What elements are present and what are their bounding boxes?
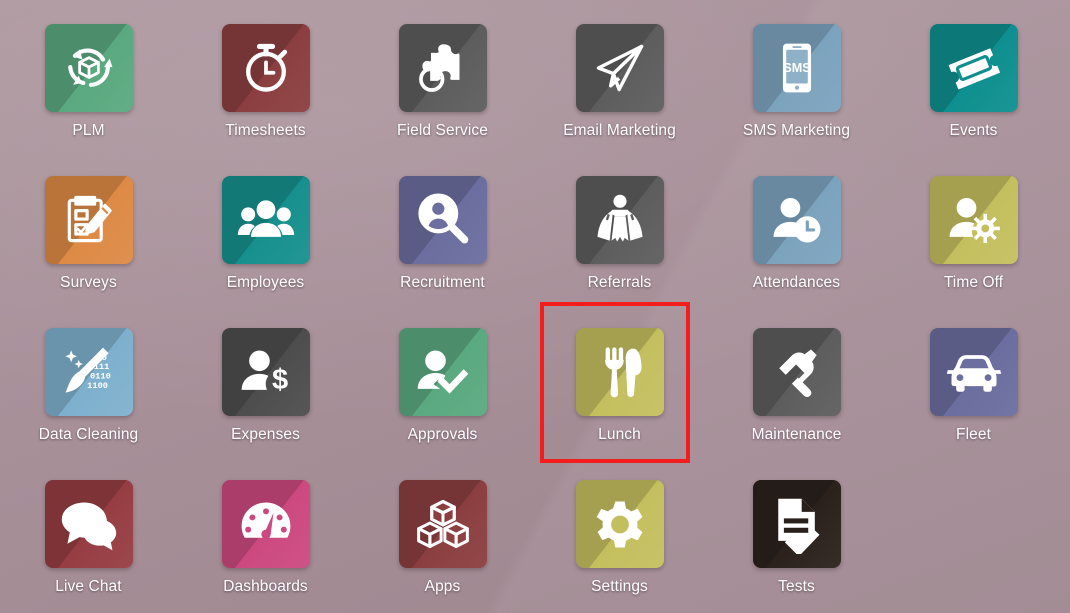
app-tile-tests[interactable] bbox=[752, 480, 841, 568]
gear-icon bbox=[590, 494, 650, 554]
app-label: Referrals bbox=[587, 274, 652, 291]
superhero-cape-icon bbox=[590, 190, 650, 250]
app-cell-data-cleaning[interactable]: 00 111 0110 1100 Data Cleaning bbox=[0, 304, 177, 456]
app-cell-settings[interactable]: Settings bbox=[531, 456, 708, 608]
app-cell-approvals[interactable]: Approvals bbox=[354, 304, 531, 456]
app-cell-plm[interactable]: PLM bbox=[0, 0, 177, 152]
app-label: SMS Marketing bbox=[742, 122, 851, 139]
app-label: Dashboards bbox=[223, 578, 308, 595]
app-cell-surveys[interactable]: Surveys bbox=[0, 152, 177, 304]
app-cell-tests[interactable]: Tests bbox=[708, 456, 885, 608]
app-tile-approvals[interactable] bbox=[398, 328, 487, 416]
app-tile-data-cleaning[interactable]: 00 111 0110 1100 bbox=[44, 328, 133, 416]
app-cell-employees[interactable]: Employees bbox=[177, 152, 354, 304]
person-check-icon bbox=[413, 342, 473, 402]
app-cell-dashboards[interactable]: Dashboards bbox=[177, 456, 354, 608]
app-label: Lunch bbox=[598, 426, 641, 443]
app-label: Time Off bbox=[943, 274, 1004, 291]
cubes-icon bbox=[413, 494, 473, 554]
app-label: Approvals bbox=[407, 426, 478, 443]
app-label: Events bbox=[949, 122, 998, 139]
car-icon bbox=[944, 342, 1004, 402]
app-cell-expenses[interactable]: $ Expenses bbox=[177, 304, 354, 456]
app-label: Live Chat bbox=[55, 578, 122, 595]
svg-text:SMS: SMS bbox=[783, 61, 810, 75]
app-tile-plm[interactable] bbox=[44, 24, 133, 112]
paper-plane-icon bbox=[590, 38, 650, 98]
people-group-icon bbox=[236, 190, 296, 250]
clipboard-pencil-icon bbox=[59, 190, 119, 250]
svg-text:$: $ bbox=[271, 364, 287, 396]
app-tile-field-service[interactable] bbox=[398, 24, 487, 112]
app-tile-sms-marketing[interactable]: SMS bbox=[752, 24, 841, 112]
person-clock-icon bbox=[767, 190, 827, 250]
app-label: Tests bbox=[778, 578, 815, 595]
document-check-icon bbox=[767, 494, 827, 554]
app-tile-surveys[interactable] bbox=[44, 176, 133, 264]
app-tile-attendances[interactable] bbox=[752, 176, 841, 264]
person-sun-icon bbox=[944, 190, 1004, 250]
app-label: Employees bbox=[226, 274, 305, 291]
app-tile-settings[interactable] bbox=[575, 480, 664, 568]
app-cell-email-marketing[interactable]: Email Marketing bbox=[531, 0, 708, 152]
app-label: Recruitment bbox=[400, 274, 485, 291]
app-tile-referrals[interactable] bbox=[575, 176, 664, 264]
app-cell-referrals[interactable]: Referrals bbox=[531, 152, 708, 304]
app-tile-timesheets[interactable] bbox=[221, 24, 310, 112]
app-cell-apps[interactable]: Apps bbox=[354, 456, 531, 608]
app-label: Surveys bbox=[60, 274, 117, 291]
app-tile-dashboards[interactable] bbox=[221, 480, 310, 568]
person-dollar-icon: $ bbox=[236, 342, 296, 402]
app-label: Field Service bbox=[397, 122, 488, 139]
app-tile-lunch[interactable] bbox=[575, 328, 664, 416]
app-label: Timesheets bbox=[225, 122, 306, 139]
app-cell-recruitment[interactable]: Recruitment bbox=[354, 152, 531, 304]
app-label: Data Cleaning bbox=[38, 426, 139, 443]
app-grid: PLM Timesheets Field Service Email Marke… bbox=[0, 0, 1070, 613]
app-cell-attendances[interactable]: Attendances bbox=[708, 152, 885, 304]
puzzle-clock-icon bbox=[413, 38, 473, 98]
app-cell-sms-marketing[interactable]: SMS SMS Marketing bbox=[708, 0, 885, 152]
app-cell-time-off[interactable]: Time Off bbox=[885, 152, 1062, 304]
app-tile-events[interactable] bbox=[929, 24, 1018, 112]
app-cell-field-service[interactable]: Field Service bbox=[354, 0, 531, 152]
app-label: Apps bbox=[424, 578, 461, 595]
app-cell-events[interactable]: Events bbox=[885, 0, 1062, 152]
app-label: Email Marketing bbox=[563, 122, 676, 139]
app-tile-live-chat[interactable] bbox=[44, 480, 133, 568]
app-label: Fleet bbox=[956, 426, 991, 443]
app-tile-time-off[interactable] bbox=[929, 176, 1018, 264]
app-cell-timesheets[interactable]: Timesheets bbox=[177, 0, 354, 152]
app-cell-lunch[interactable]: Lunch bbox=[531, 304, 708, 456]
app-label: Expenses bbox=[231, 426, 300, 443]
magnifier-person-icon bbox=[413, 190, 473, 250]
app-cell-live-chat[interactable]: Live Chat bbox=[0, 456, 177, 608]
app-tile-employees[interactable] bbox=[221, 176, 310, 264]
gauge-icon bbox=[236, 494, 296, 554]
app-cell-maintenance[interactable]: Maintenance bbox=[708, 304, 885, 456]
app-tile-fleet[interactable] bbox=[929, 328, 1018, 416]
app-label: Attendances bbox=[752, 274, 841, 291]
recycle-box-icon bbox=[59, 38, 119, 98]
broom-binary-icon: 00 111 0110 1100 bbox=[59, 342, 119, 402]
app-label: Maintenance bbox=[751, 426, 842, 443]
app-tile-apps[interactable] bbox=[398, 480, 487, 568]
app-tile-recruitment[interactable] bbox=[398, 176, 487, 264]
hammer-icon bbox=[767, 342, 827, 402]
svg-text:1100: 1100 bbox=[87, 381, 108, 391]
app-label: Settings bbox=[591, 578, 648, 595]
app-label: PLM bbox=[72, 122, 105, 139]
stopwatch-icon bbox=[236, 38, 296, 98]
app-tile-email-marketing[interactable] bbox=[575, 24, 664, 112]
app-tile-maintenance[interactable] bbox=[752, 328, 841, 416]
phone-sms-icon: SMS bbox=[767, 38, 827, 98]
app-tile-expenses[interactable]: $ bbox=[221, 328, 310, 416]
ticket-icon bbox=[944, 38, 1004, 98]
fork-knife-icon bbox=[590, 342, 650, 402]
app-cell-fleet[interactable]: Fleet bbox=[885, 304, 1062, 456]
speech-bubbles-icon bbox=[59, 494, 119, 554]
